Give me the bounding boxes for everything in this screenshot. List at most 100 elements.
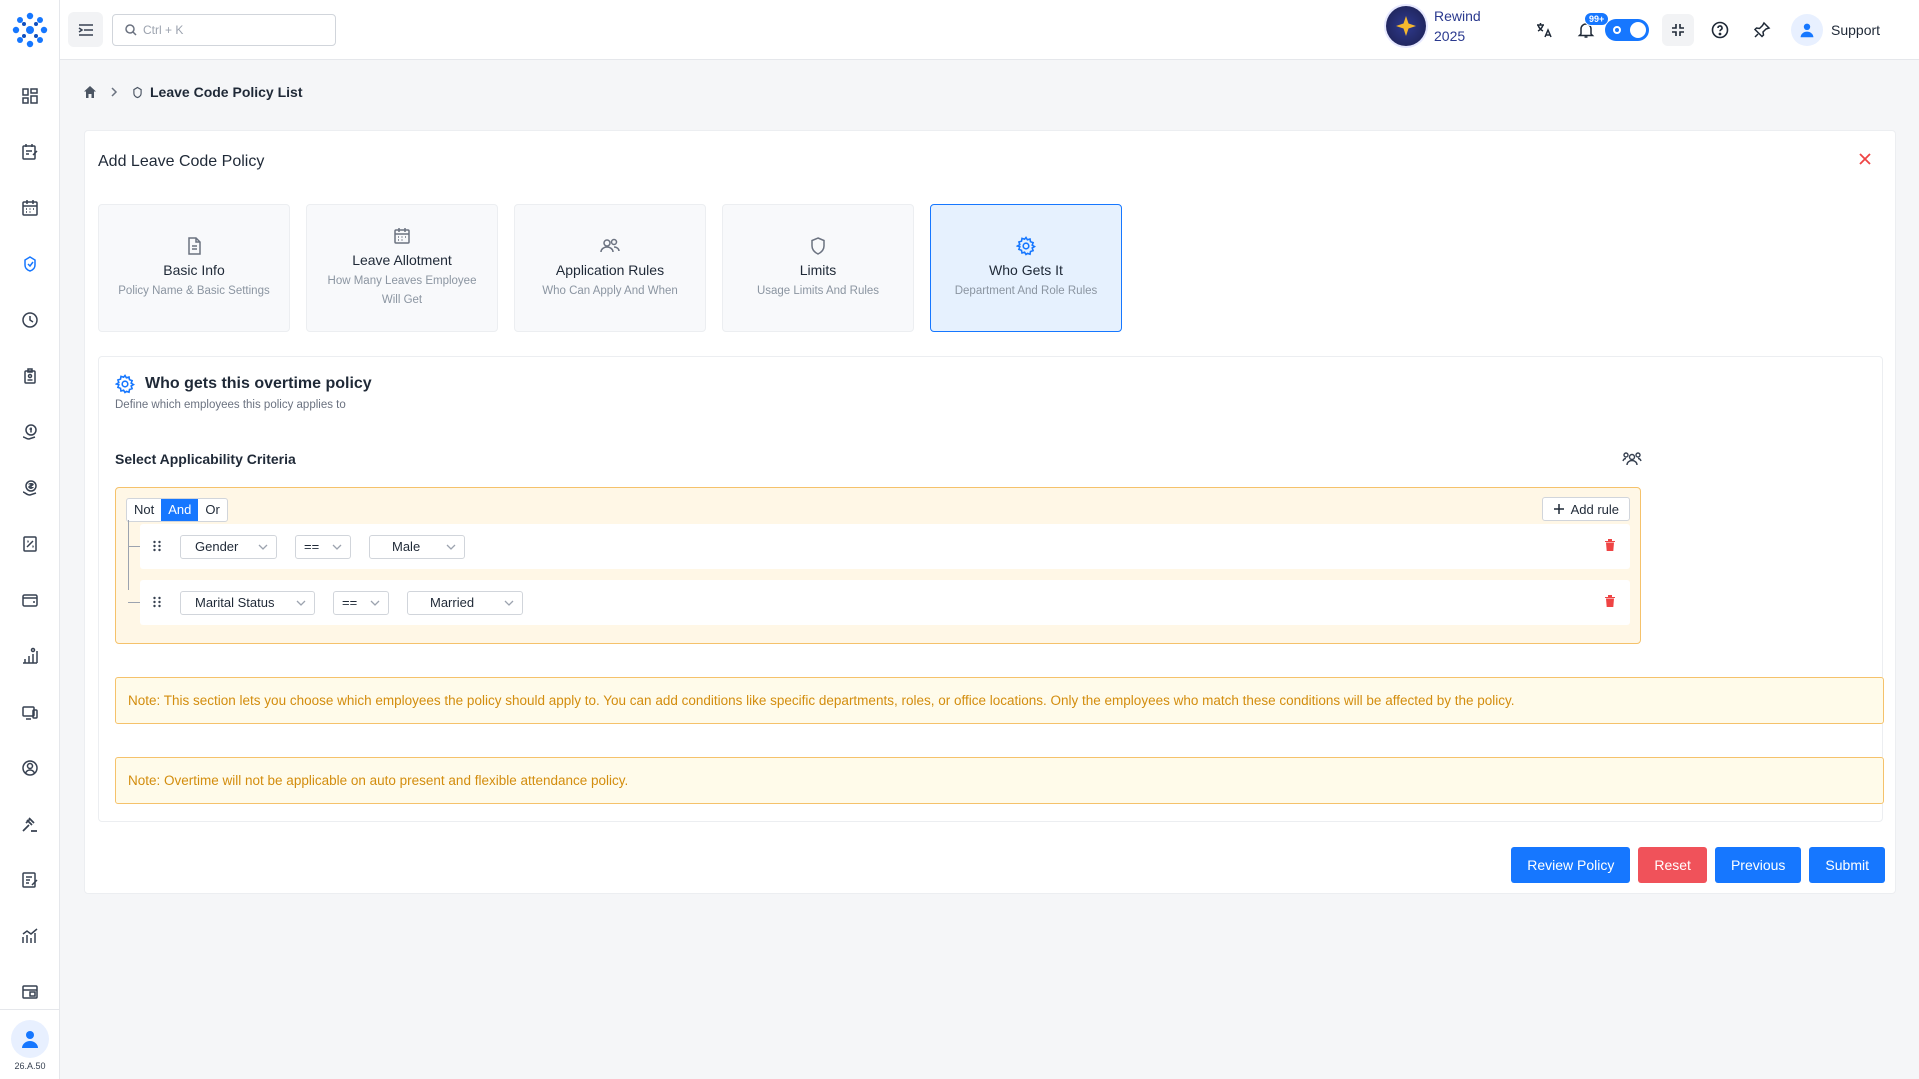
step-who-gets-it[interactable]: Who Gets It Department And Role Rules [930,204,1122,332]
support-avatar [1791,14,1823,46]
salary-icon [22,480,37,496]
combinator-selector: Not And Or [126,498,228,522]
rule-field-value: Marital Status [195,595,275,610]
notifications-button[interactable]: 99+ [1570,12,1610,46]
drag-handle-icon[interactable] [152,539,162,555]
step-leave-allotment[interactable]: Leave Allotment How Many Leaves Employee… [306,204,498,332]
combinator-or[interactable]: Or [198,499,226,521]
step-subtitle: Usage Limits And Rules [756,284,880,297]
user-icon [1800,23,1814,38]
sidebar-item-badge[interactable] [10,348,50,404]
rule-field-select[interactable]: Gender [180,534,277,559]
rule-value-value: Male [392,539,421,554]
sidebar-item-wallet[interactable] [10,572,50,628]
user-avatar[interactable] [11,1020,49,1058]
delete-rule-button[interactable] [1604,538,1616,555]
pin-icon [1753,21,1771,38]
analytics-icon [21,928,37,943]
admin-icon [21,985,38,999]
sidebar-item-leave-policy[interactable] [10,236,50,292]
shield-icon [811,236,825,255]
toggle-indicator-icon [1613,26,1621,34]
top-header: Rewind 2025 99+ Support [60,0,1919,60]
translate-icon [1537,23,1552,38]
submit-button[interactable]: Submit [1809,847,1885,883]
close-button[interactable] [1855,149,1875,169]
sidebar-item-attendance[interactable] [10,292,50,348]
rule-value-select[interactable]: Male [369,534,465,559]
panel-subtitle: Define which employees this policy appli… [115,399,346,411]
rule-value-select[interactable]: Married [407,590,523,615]
toggle-knob [1630,22,1646,38]
chevron-down-icon [446,544,456,550]
expense-icon [22,536,37,552]
sidebar-item-dashboard[interactable] [10,68,50,124]
page-title: Add Leave Code Policy [98,153,265,170]
sidebar-item-analytics[interactable] [10,908,50,964]
support-menu[interactable]: Support [1791,14,1880,46]
rule-field-select[interactable]: Marital Status [180,590,315,615]
rule-operator-select[interactable]: == [333,590,389,615]
chevron-down-icon [258,544,268,550]
help-button[interactable] [1704,14,1736,46]
step-subtitle: Who Can Apply And When [542,284,678,297]
step-title: Application Rules [555,261,665,278]
step-basic-info[interactable]: Basic Info Policy Name & Basic Settings [98,204,290,332]
add-rule-button[interactable]: Add rule [1541,497,1630,521]
sidebar-item-expense[interactable] [10,516,50,572]
menu-indent-icon [78,23,93,36]
chevron-right-icon [111,87,118,97]
rule-row: Gender == Male [128,524,1630,569]
menu-toggle-button[interactable] [68,12,103,47]
assets-icon [21,706,38,720]
add-policy-card: Add Leave Code Policy Basic Info Policy … [84,130,1896,894]
sidebar-item-leave-request[interactable] [10,124,50,180]
translate-button[interactable] [1528,14,1560,46]
tasks-icon [21,872,38,888]
breadcrumb-current[interactable]: Leave Code Policy List [131,84,303,100]
rule-row: Marital Status == Married [128,580,1630,625]
sidebar-item-legal[interactable] [10,796,50,852]
reset-button[interactable]: Reset [1638,847,1707,883]
preview-employees-button[interactable] [1622,450,1642,471]
step-application-rules[interactable]: Application Rules Who Can Apply And When [514,204,706,332]
sidebar-item-payroll[interactable] [10,404,50,460]
compress-icon [1672,24,1684,36]
step-limits[interactable]: Limits Usage Limits And Rules [722,204,914,332]
chevron-down-icon [296,600,306,606]
delete-rule-button[interactable] [1604,594,1616,611]
sidebar-item-tasks[interactable] [10,852,50,908]
app-version: 26.A.50 [14,1061,46,1071]
sidebar-item-calendar[interactable] [10,180,50,236]
panel-title: Who gets this overtime policy [145,375,372,392]
sidebar-item-performance[interactable] [10,628,50,684]
review-policy-button[interactable]: Review Policy [1511,847,1631,883]
pin-button[interactable] [1746,14,1778,46]
combinator-not[interactable]: Not [127,499,161,521]
theme-toggle[interactable] [1605,19,1649,41]
sidebar-item-profile[interactable] [10,740,50,796]
step-subtitle: How Many Leaves Employee Will Get [327,275,477,306]
drag-handle-icon[interactable] [152,595,162,611]
fullscreen-button[interactable] [1662,14,1694,46]
panel-header: Who gets this overtime policy [115,374,372,394]
sidebar-nav [10,68,50,1020]
rule-operator-select[interactable]: == [295,534,351,559]
sidebar-item-assets[interactable] [10,684,50,740]
combinator-and[interactable]: And [161,499,199,521]
form-actions: Review Policy Reset Previous Submit [1511,847,1885,883]
trash-icon [1605,539,1615,551]
previous-button[interactable]: Previous [1714,847,1802,883]
app-logo[interactable] [0,0,60,60]
gear-icon [115,374,135,394]
rule-operator-value: == [304,539,320,554]
rule-connector [128,602,140,603]
search-input[interactable] [143,23,323,37]
home-icon[interactable] [83,85,97,99]
sidebar-footer: 26.A.50 [0,1009,60,1071]
search-box[interactable] [112,14,336,46]
rewind-2025-button[interactable]: Rewind 2025 [1386,6,1481,46]
sidebar-item-salary[interactable] [10,460,50,516]
user-group-icon [1622,452,1642,466]
close-icon [1859,153,1871,165]
